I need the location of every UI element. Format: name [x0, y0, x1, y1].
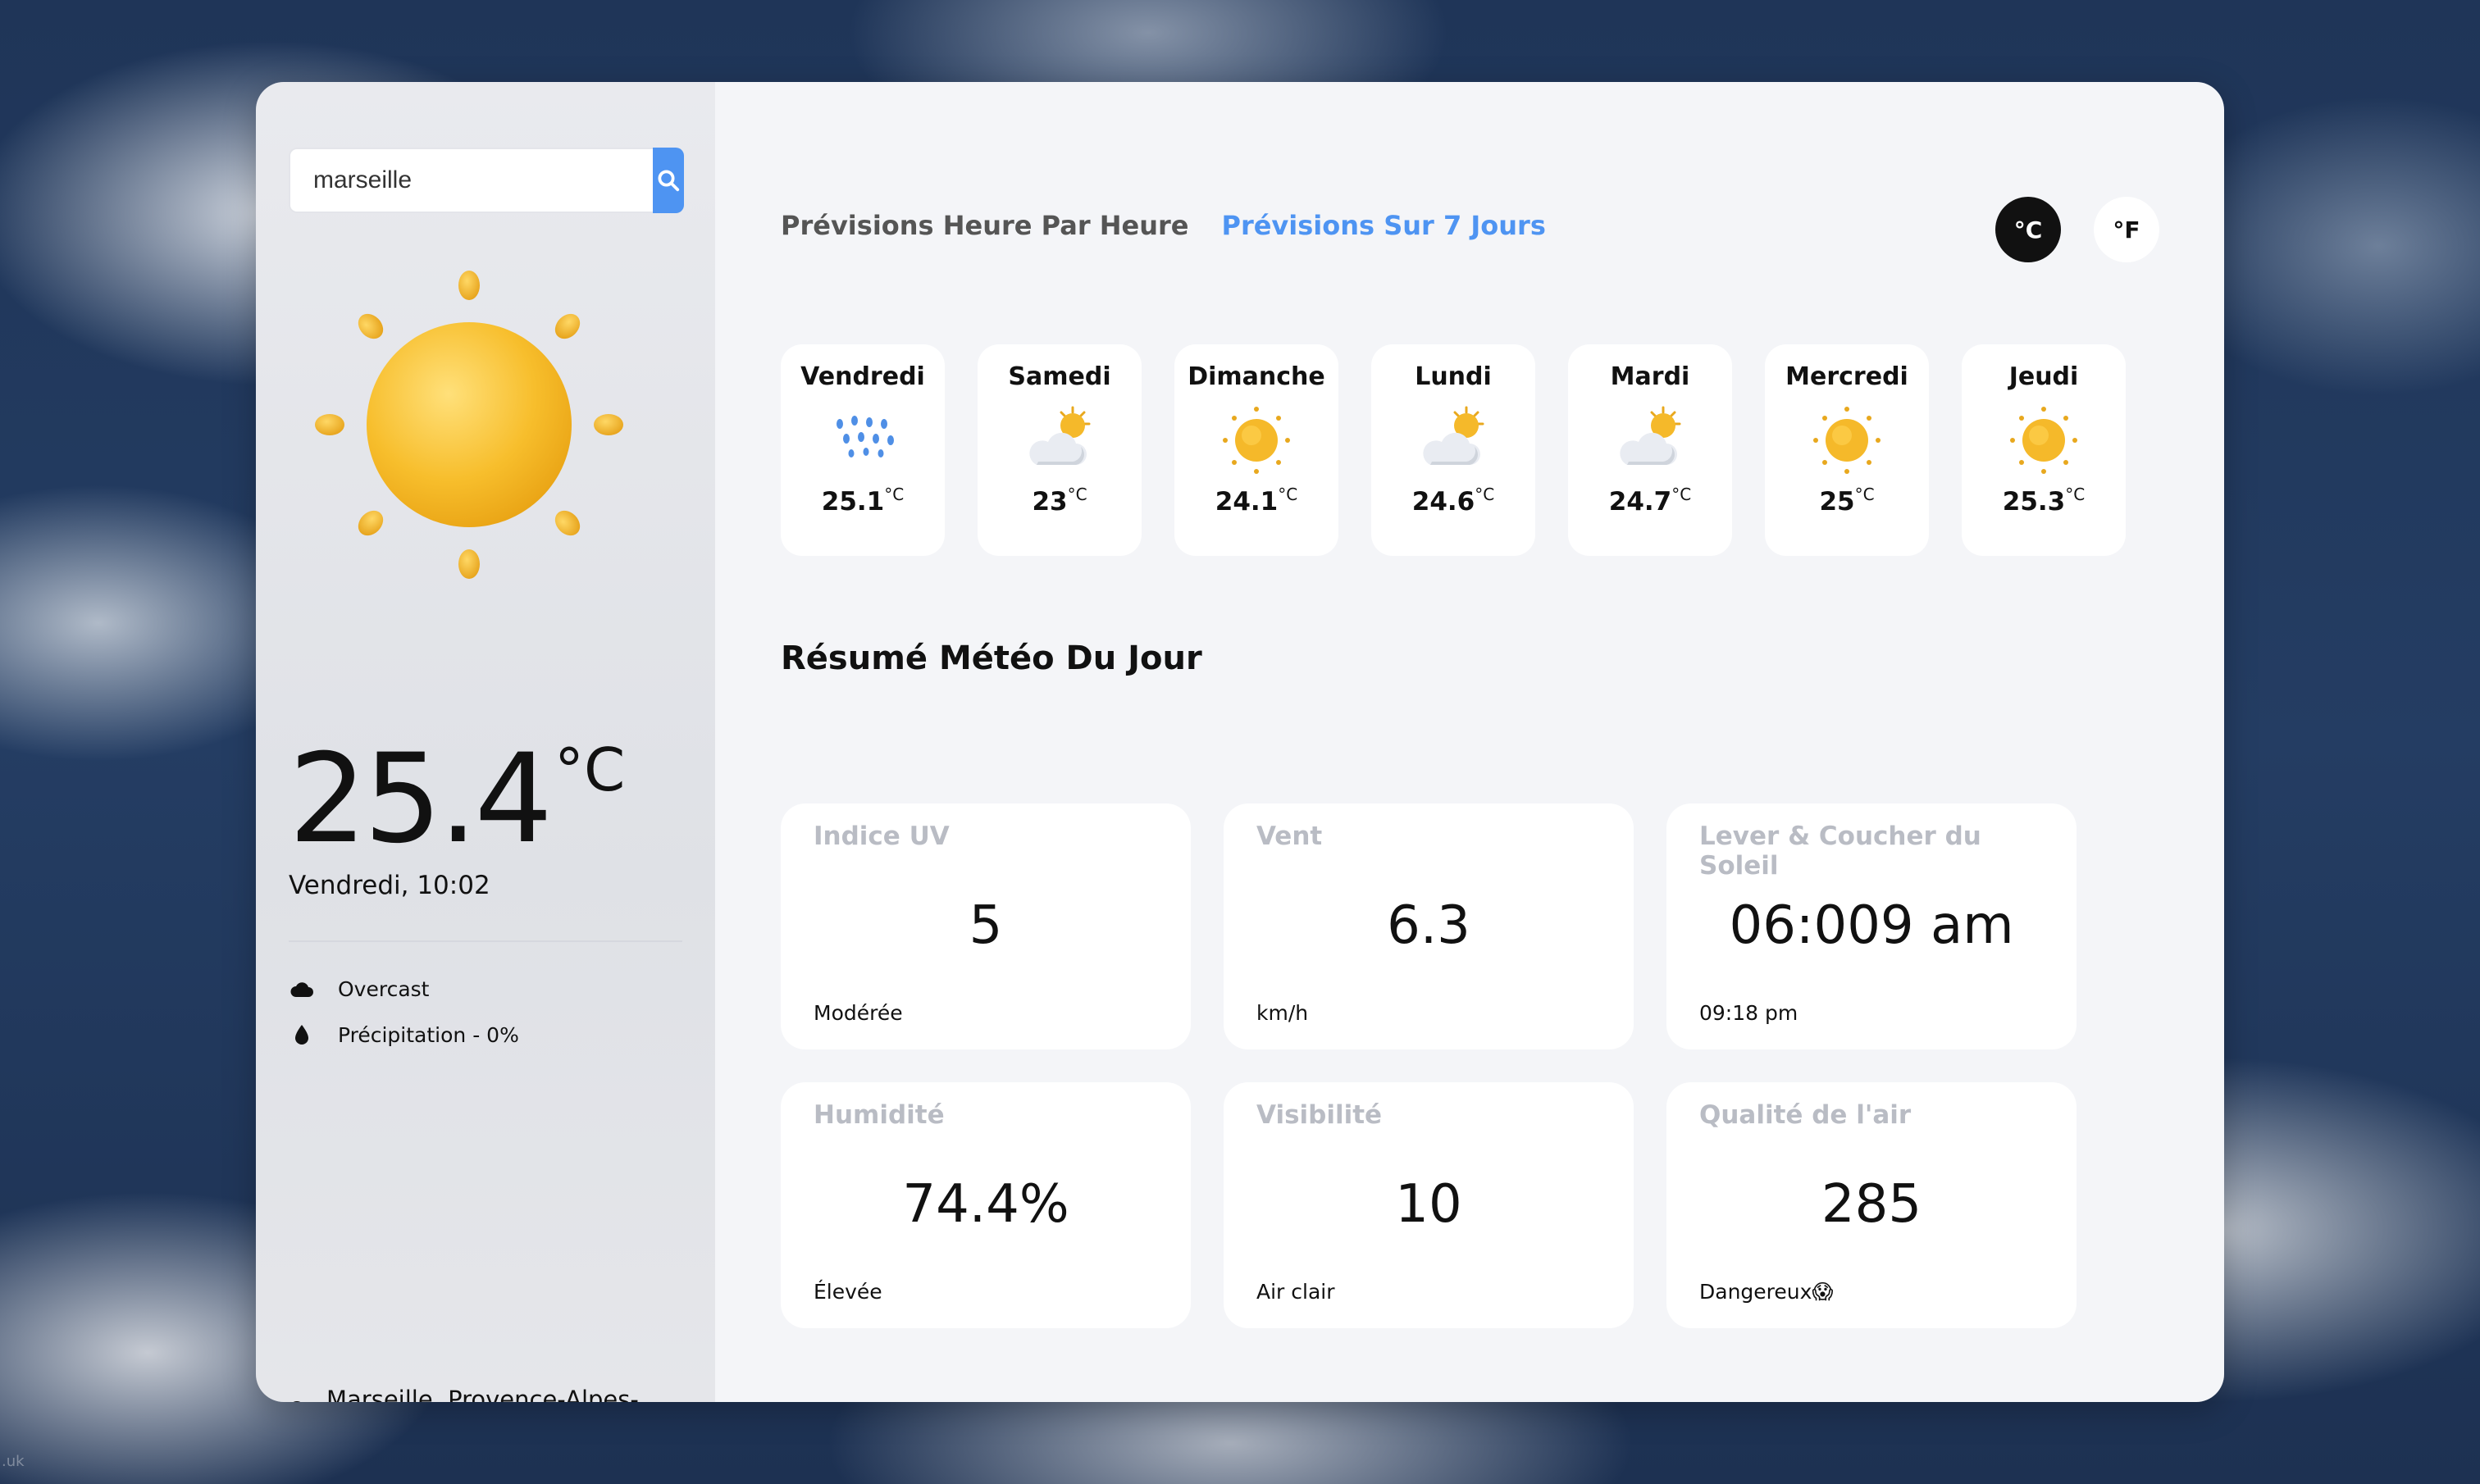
droplet-icon	[289, 1022, 315, 1048]
search-bar	[289, 148, 684, 213]
day-name: Dimanche	[1188, 362, 1325, 391]
stat-sub: Élevée	[814, 1280, 882, 1304]
sun-icon	[315, 271, 623, 579]
day-name: Mardi	[1610, 362, 1690, 391]
stat-title: Lever & Coucher du Soleil	[1699, 822, 1981, 881]
day-temp: 25.3°C	[2003, 485, 2085, 517]
location-text: Marseille, Provence-Alpes-Côte d'Azur, F…	[326, 1386, 639, 1402]
stat-value: 6.3	[1387, 895, 1470, 956]
search-button[interactable]	[653, 148, 684, 213]
location-pin-icon	[289, 1400, 305, 1402]
day-temp-unit: °C	[1278, 485, 1298, 504]
stat-card-sunrise-sunset: Lever & Coucher du Soleil 06:009 am 09:1…	[1666, 803, 2077, 1049]
divider	[289, 940, 682, 942]
day-card: Dimanche 24.1°C	[1174, 344, 1338, 556]
day-temp-unit: °C	[1067, 485, 1087, 504]
current-weather-panel: 25.4°C Vendredi, 10:02 Overcast Précipit…	[256, 82, 715, 1402]
stat-card-humidity: Humidité 74.4% Élevée	[781, 1082, 1191, 1328]
day-temp-unit: °C	[1475, 485, 1495, 504]
partly-cloudy-icon	[1029, 406, 1091, 465]
precipitation-text: Précipitation - 0%	[338, 1022, 519, 1047]
stat-sub: Air clair	[1256, 1280, 1335, 1304]
stat-sub: km/h	[1256, 1001, 1309, 1025]
stat-title: Qualité de l'air	[1699, 1100, 1912, 1130]
day-name: Lundi	[1415, 362, 1492, 391]
stat-sub: Dangereux😱	[1699, 1280, 1834, 1304]
day-temp-value: 25.1	[821, 487, 885, 517]
day-temp: 24.7°C	[1609, 485, 1691, 517]
tab-hourly[interactable]: Prévisions Heure Par Heure	[781, 210, 1188, 241]
partly-cloudy-icon	[1620, 406, 1681, 465]
stat-title: Indice UV	[814, 822, 950, 851]
condition-text: Overcast	[338, 976, 430, 1001]
search-input[interactable]	[289, 148, 653, 213]
temperature-unit: °C	[554, 735, 626, 804]
stat-title: Humidité	[814, 1100, 945, 1130]
tab-weekly[interactable]: Prévisions Sur 7 Jours	[1221, 210, 1545, 241]
day-name: Jeudi	[2008, 362, 2079, 391]
stat-card-uv: Indice UV 5 Modérée	[781, 803, 1191, 1049]
day-card: Vendredi 25.1°C	[781, 344, 945, 556]
stat-card-wind: Vent 6.3 km/h	[1224, 803, 1634, 1049]
day-temp: 24.1°C	[1215, 485, 1297, 517]
stat-value: 10	[1395, 1174, 1462, 1235]
precipitation-row: Précipitation - 0%	[289, 1022, 519, 1048]
forecast-tabs: Prévisions Heure Par Heure Prévisions Su…	[781, 210, 1546, 241]
cloud-icon	[289, 976, 315, 1002]
day-temp-unit: °C	[1671, 485, 1692, 504]
current-temperature: 25.4°C	[289, 738, 625, 861]
stat-value: 06:009 am	[1729, 895, 2014, 956]
stat-value: 74.4%	[902, 1174, 1069, 1235]
stat-card-air-quality: Qualité de l'air 285 Dangereux😱	[1666, 1082, 2077, 1328]
rain-icon	[837, 416, 894, 457]
fahrenheit-button[interactable]: °F	[2094, 197, 2159, 262]
day-card: Mardi 24.7°C	[1568, 344, 1732, 556]
day-card: Samedi 23°C	[978, 344, 1142, 556]
day-temp-value: 25	[1819, 487, 1855, 517]
day-temp: 23°C	[1032, 485, 1087, 517]
current-datetime: Vendredi, 10:02	[289, 871, 490, 900]
stat-card-visibility: Visibilité 10 Air clair	[1224, 1082, 1634, 1328]
partly-cloudy-icon	[1423, 406, 1484, 465]
day-temp: 24.6°C	[1412, 485, 1494, 517]
day-card: Jeudi 25.3°C	[1962, 344, 2126, 556]
day-temp: 25.1°C	[822, 485, 904, 517]
day-temp-value: 24.7	[1608, 487, 1672, 517]
stat-title: Visibilité	[1256, 1100, 1383, 1130]
stat-title: Vent	[1256, 822, 1323, 851]
condition-row: Overcast	[289, 976, 429, 1002]
stat-value: 5	[969, 895, 1003, 956]
celsius-button[interactable]: °C	[1995, 197, 2061, 262]
day-card: Lundi 24.6°C	[1371, 344, 1535, 556]
day-temp-value: 24.6	[1411, 487, 1475, 517]
weather-app-card: 25.4°C Vendredi, 10:02 Overcast Précipit…	[256, 82, 2224, 1402]
stat-value: 285	[1821, 1174, 1922, 1235]
stat-sub: Modérée	[814, 1001, 903, 1025]
sun-icon	[1813, 407, 1881, 474]
watermark: .uk	[2, 1453, 25, 1470]
summary-stats: Indice UV 5 Modérée Vent 6.3 km/h Lever …	[781, 803, 2077, 1328]
day-temp-value: 25.3	[2002, 487, 2066, 517]
day-temp-unit: °C	[2065, 485, 2086, 504]
day-temp-value: 24.1	[1215, 487, 1279, 517]
sun-icon	[1223, 407, 1290, 474]
day-name: Mercredi	[1785, 362, 1908, 391]
day-temp-unit: °C	[1854, 485, 1875, 504]
day-name: Vendredi	[800, 362, 925, 391]
location: Marseille, Provence-Alpes-Côte d'Azur, F…	[289, 1382, 654, 1402]
day-temp: 25°C	[1819, 485, 1874, 517]
current-temperature-value: 25.4	[289, 728, 553, 871]
forecast-days: Vendredi 25.1°C Samedi 23°C Dimanche 24.…	[781, 344, 2126, 556]
day-name: Samedi	[1008, 362, 1111, 391]
stat-sub: 09:18 pm	[1699, 1001, 1798, 1025]
day-temp-value: 23	[1032, 487, 1068, 517]
day-temp-unit: °C	[884, 485, 905, 504]
forecast-panel: Prévisions Heure Par Heure Prévisions Su…	[715, 82, 2224, 1402]
search-icon	[658, 170, 680, 192]
day-card: Mercredi 25°C	[1765, 344, 1929, 556]
sun-icon	[2010, 407, 2077, 474]
summary-title: Résumé Météo Du Jour	[781, 640, 1202, 677]
